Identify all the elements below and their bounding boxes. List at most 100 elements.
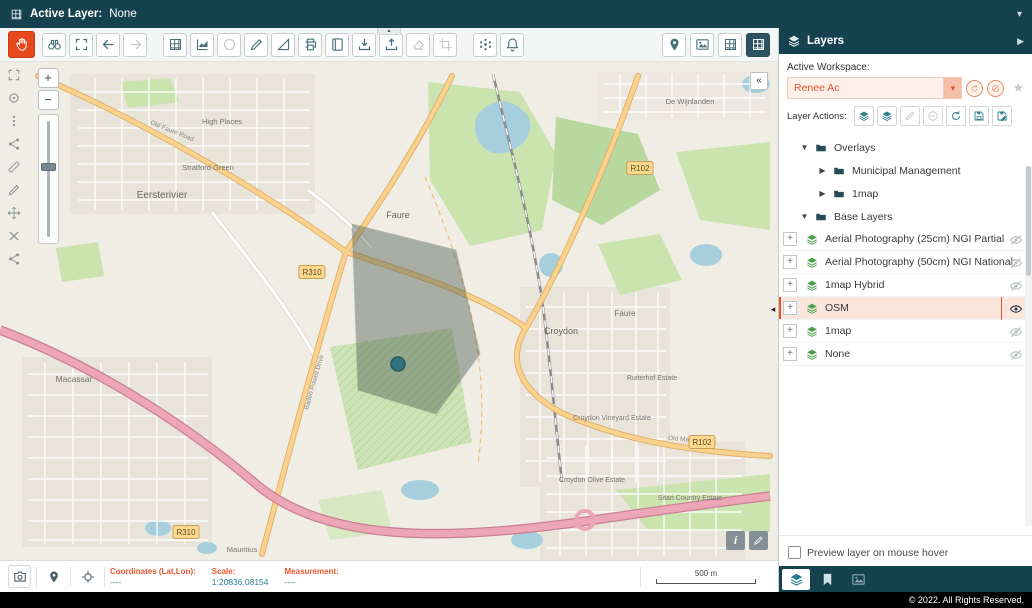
pencil-icon[interactable] [7, 183, 21, 197]
folder-label: Municipal Management [852, 165, 961, 177]
draw-tool-button[interactable] [244, 33, 268, 57]
cluster-tool-button[interactable] [473, 33, 497, 57]
folder-icon [832, 165, 846, 177]
next-extent-button[interactable] [123, 33, 147, 57]
tab-layers[interactable] [782, 569, 810, 590]
caret-icon[interactable]: ▶ [817, 166, 828, 175]
save-workspace-as-button[interactable] [992, 106, 1012, 126]
previous-extent-button[interactable] [96, 33, 120, 57]
report-tool-button[interactable] [325, 33, 349, 57]
map-collapse-button[interactable]: « [750, 72, 768, 90]
workspace-dropdown-caret[interactable]: ▾ [944, 77, 962, 99]
tree-layer-1map-base[interactable]: + 1map [779, 320, 1032, 343]
zoom-out-button[interactable]: − [38, 90, 59, 110]
expand-plus-icon[interactable]: + [783, 278, 797, 292]
tab-bookmarks[interactable] [813, 569, 841, 590]
grid-view-button[interactable] [718, 33, 742, 57]
zoom-slider-handle[interactable] [41, 163, 56, 171]
network-icon[interactable] [7, 252, 21, 266]
active-layer-dropdown-caret[interactable]: ▾ [1017, 9, 1022, 20]
geolocate-button[interactable] [662, 33, 686, 57]
basemap-gallery-button[interactable] [690, 33, 714, 57]
visibility-eye-off-icon[interactable] [1008, 232, 1024, 247]
zoom-in-button[interactable]: + [38, 68, 59, 88]
fullscreen-icon[interactable] [7, 68, 21, 82]
expand-plus-icon[interactable]: + [783, 232, 797, 246]
measurement-readout: Measurement: ---- [285, 567, 339, 587]
search-tool-button[interactable] [42, 33, 66, 57]
map-canvas[interactable]: De Wijnlanden High Places Stratford Gree… [0, 62, 778, 560]
workspace-clear-button[interactable] [987, 80, 1004, 97]
visibility-eye-off-icon[interactable] [1008, 347, 1024, 362]
map-statusbar: Coordinates (Lat,Lon): ---- Scale: 1:208… [0, 560, 778, 592]
expand-plus-icon[interactable]: + [783, 347, 797, 361]
share-nodes-icon[interactable] [7, 137, 21, 151]
caret-icon[interactable]: ▶ [817, 189, 828, 198]
svg-text:R102: R102 [692, 438, 712, 447]
svg-text:Sitari Country Estate: Sitari Country Estate [658, 495, 722, 502]
save-workspace-button[interactable] [969, 106, 989, 126]
caret-icon[interactable]: ▼ [799, 143, 810, 152]
visibility-eye-off-icon[interactable] [1008, 324, 1024, 339]
tree-layer-aerial-50cm[interactable]: + Aerial Photography (50cm) NGI National [779, 251, 1032, 274]
zoom-slider[interactable] [38, 114, 59, 244]
identify-tool-button[interactable] [8, 31, 35, 58]
panel-scrollbar[interactable] [1025, 166, 1032, 526]
zoom-extent-button[interactable] [69, 33, 93, 57]
edit-note-button[interactable] [749, 531, 768, 550]
attribute-grid-button[interactable] [163, 33, 187, 57]
screenshot-button[interactable] [8, 565, 31, 588]
options-dots-icon[interactable] [7, 114, 21, 128]
print-tool-button[interactable] [298, 33, 322, 57]
tab-basemaps[interactable] [844, 569, 872, 590]
svg-text:R310: R310 [302, 268, 322, 277]
download-tool-button[interactable] [352, 33, 376, 57]
tree-layer-1map-hybrid[interactable]: + 1map Hybrid [779, 274, 1032, 297]
visibility-eye-icon[interactable] [1008, 301, 1024, 316]
circle-select-button[interactable] [217, 33, 241, 57]
refresh-layers-button[interactable] [946, 106, 966, 126]
expand-plus-icon[interactable]: + [783, 255, 797, 269]
remove-layer-button[interactable] [923, 106, 943, 126]
tree-layer-none[interactable]: + None [779, 343, 1032, 366]
layer-label: None [825, 348, 850, 360]
tree-folder-1map[interactable]: ▶ 1map [779, 182, 1032, 205]
ruler-icon[interactable] [7, 160, 21, 174]
alerts-tool-button[interactable] [500, 33, 524, 57]
edit-layer-button[interactable] [900, 106, 920, 126]
add-group-button[interactable] [877, 106, 897, 126]
split-view-button[interactable] [746, 33, 770, 57]
panel-scrollbar-thumb[interactable] [1026, 166, 1031, 276]
workspace-select[interactable]: Renee Ac [787, 77, 944, 99]
toolbar-collapse-handle[interactable]: ▴ [377, 28, 401, 35]
add-layer-button[interactable] [854, 106, 874, 126]
tree-layer-aerial-25cm[interactable]: + Aerial Photography (25cm) NGI Partial [779, 228, 1032, 251]
info-button[interactable]: i [726, 531, 745, 550]
upload-tool-button[interactable] [379, 33, 403, 57]
pin-button[interactable] [42, 565, 65, 588]
workspace-favorite-star-icon[interactable]: ★ [1012, 80, 1024, 96]
move-icon[interactable] [7, 206, 21, 220]
panel-collapse-handle[interactable]: ◂ [768, 298, 778, 320]
target-icon[interactable] [7, 91, 21, 105]
visibility-eye-off-icon[interactable] [1008, 278, 1024, 293]
close-icon[interactable] [7, 229, 21, 243]
tree-layer-osm[interactable]: + OSM [779, 297, 1032, 320]
visibility-eye-off-icon[interactable] [1008, 255, 1024, 270]
crosshair-button[interactable] [76, 565, 99, 588]
expand-plus-icon[interactable]: + [783, 324, 797, 338]
erase-tool-button[interactable] [406, 33, 430, 57]
crop-tool-button[interactable] [433, 33, 457, 57]
chart-tool-button[interactable] [190, 33, 214, 57]
tree-folder-municipal-management[interactable]: ▶ Municipal Management [779, 159, 1032, 182]
statusbar-divider [640, 567, 641, 587]
measure-tool-button[interactable] [271, 33, 295, 57]
tree-folder-overlays[interactable]: ▼ Overlays [779, 136, 1032, 159]
workspace-refresh-button[interactable] [966, 80, 983, 97]
panel-expand-arrow[interactable]: ▶ [1017, 36, 1024, 47]
map-marker-dot[interactable] [391, 357, 405, 371]
map-image[interactable]: De Wijnlanden High Places Stratford Gree… [0, 62, 778, 560]
caret-icon[interactable]: ▼ [799, 212, 810, 221]
preview-hover-checkbox[interactable] [788, 546, 801, 559]
expand-plus-icon[interactable]: + [783, 301, 797, 315]
